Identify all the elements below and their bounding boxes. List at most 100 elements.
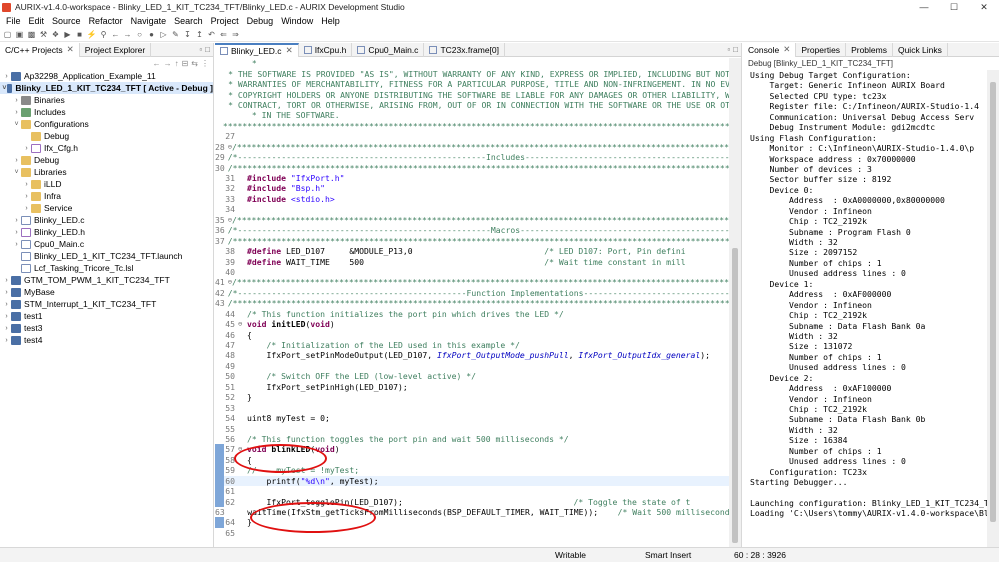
- search-icon[interactable]: ⚲: [98, 29, 109, 40]
- code-line[interactable]: 60 printf("%d\n", myTest);: [215, 475, 730, 486]
- save-icon[interactable]: ▣: [14, 29, 25, 40]
- code-line[interactable]: 28 ⊖/************************************…: [215, 142, 730, 152]
- tree-item[interactable]: › Binaries: [0, 94, 213, 106]
- code-line[interactable]: 55: [215, 423, 730, 434]
- expand-arrow-icon[interactable]: ˅: [12, 121, 21, 128]
- expand-arrow-icon[interactable]: ›: [2, 313, 11, 320]
- code-line[interactable]: 40: [215, 267, 730, 277]
- menu-project[interactable]: Project: [207, 16, 243, 26]
- menu-debug[interactable]: Debug: [243, 16, 278, 26]
- expand-arrow-icon[interactable]: ›: [2, 337, 11, 344]
- expand-arrow-icon[interactable]: ›: [2, 73, 11, 80]
- code-line[interactable]: 41 ⊖/************************************…: [215, 277, 730, 287]
- code-line[interactable]: * CONTRACT, TORT OR OTHERWISE, ARISING F…: [215, 100, 730, 110]
- code-line[interactable]: 30/*************************************…: [215, 162, 730, 173]
- menu-refactor[interactable]: Refactor: [85, 16, 127, 26]
- right-tab[interactable]: Properties: [796, 42, 847, 57]
- collapse-all-icon[interactable]: ⊟: [182, 59, 189, 68]
- tree-item[interactable]: › Blinky_LED.h: [0, 226, 213, 238]
- nav-back-icon[interactable]: ⇐: [218, 29, 229, 40]
- link-editor-icon[interactable]: ⇆: [191, 59, 198, 68]
- pin-icon[interactable]: ○: [134, 29, 145, 40]
- nav-forward-icon[interactable]: ⇒: [230, 29, 241, 40]
- tree-item[interactable]: › STM_Interrupt_1_KIT_TC234_TFT: [0, 298, 213, 310]
- last-edit-icon[interactable]: ↶: [206, 29, 217, 40]
- expand-arrow-icon[interactable]: ›: [2, 325, 11, 332]
- code-line[interactable]: 36/*------------------------------------…: [215, 225, 730, 235]
- editor-tab[interactable]: IfxCpu.h: [299, 42, 353, 57]
- new-icon[interactable]: ▢: [2, 29, 13, 40]
- expand-arrow-icon[interactable]: ˅: [12, 169, 21, 176]
- menu-window[interactable]: Window: [277, 16, 317, 26]
- fold-toggle-icon[interactable]: ⊖: [238, 445, 247, 453]
- tree-item[interactable]: Lcf_Tasking_Tricore_Tc.lsl: [0, 262, 213, 274]
- code-line[interactable]: 35 ⊖/************************************…: [215, 215, 730, 225]
- tree-item[interactable]: ˅ Libraries: [0, 166, 213, 178]
- tree-item[interactable]: › test4: [0, 334, 213, 346]
- maximize-button[interactable]: ☐: [939, 2, 969, 13]
- tree-item[interactable]: › test3: [0, 322, 213, 334]
- code-line[interactable]: * WARRANTIES OF MERCHANTABILITY, FITNESS…: [215, 79, 730, 89]
- code-line[interactable]: 47 /* Initialization of the LED used in …: [215, 340, 730, 350]
- code-line[interactable]: ****************************************…: [215, 121, 730, 131]
- debug-icon[interactable]: ❖: [50, 29, 61, 40]
- expand-arrow-icon[interactable]: ›: [2, 277, 11, 284]
- code-line[interactable]: 48 IfxPort_setPinModeOutput(LED_D107, If…: [215, 350, 730, 360]
- code-line[interactable]: 63 waitTime(IfxStm_getTicksFromMilliseco…: [215, 507, 730, 517]
- scrollbar-thumb[interactable]: [732, 248, 738, 543]
- close-icon[interactable]: ✕: [67, 44, 74, 55]
- code-line[interactable]: 37/*************************************…: [215, 235, 730, 246]
- menu-edit[interactable]: Edit: [25, 16, 49, 26]
- right-tab[interactable]: Quick Links: [893, 42, 948, 57]
- code-line[interactable]: 52}: [215, 392, 730, 402]
- code-line[interactable]: * IN THE SOFTWARE.: [215, 110, 730, 120]
- minimize-button[interactable]: —: [909, 2, 939, 12]
- back-icon[interactable]: ←: [153, 59, 161, 68]
- flash-icon[interactable]: ⚡: [86, 29, 97, 40]
- expand-arrow-icon[interactable]: ›: [12, 217, 21, 224]
- tree-item[interactable]: ˅ Configurations: [0, 118, 213, 130]
- menu-search[interactable]: Search: [170, 16, 207, 26]
- code-line[interactable]: 59 // myTest = !myTest;: [215, 465, 730, 476]
- right-tab[interactable]: Console ✕: [743, 42, 797, 57]
- tab-project-explorer[interactable]: Project Explorer: [80, 42, 152, 57]
- code-area[interactable]: * * THE SOFTWARE IS PROVIDED "AS IS", WI…: [215, 58, 730, 547]
- code-line[interactable]: 38 #define LED_D107 &MODULE_P13,0 /* LED …: [215, 246, 730, 256]
- next-annotation-icon[interactable]: ↧: [182, 29, 193, 40]
- tree-item[interactable]: › iLLD: [0, 178, 213, 190]
- up-icon[interactable]: ↑: [175, 59, 179, 68]
- code-line[interactable]: 65: [215, 528, 730, 538]
- code-line[interactable]: 50 /* Switch OFF the LED (low-level acti…: [215, 371, 730, 381]
- tree-item[interactable]: › GTM_TOM_PWM_1_KIT_TC234_TFT: [0, 274, 213, 286]
- code-line[interactable]: 57 ⊖ void blinkLED(void): [215, 444, 730, 455]
- code-line[interactable]: 45 ⊖ void initLED(void): [215, 319, 730, 329]
- tree-item[interactable]: › test1: [0, 310, 213, 322]
- expand-arrow-icon[interactable]: ›: [12, 229, 21, 236]
- code-line[interactable]: 53: [215, 402, 730, 413]
- expand-arrow-icon[interactable]: ›: [12, 109, 21, 116]
- right-tab[interactable]: Problems: [846, 42, 893, 57]
- code-line[interactable]: 42/*------------------------------------…: [215, 288, 730, 298]
- build-icon[interactable]: ⚒: [38, 29, 49, 40]
- menu-source[interactable]: Source: [48, 16, 85, 26]
- menu-file[interactable]: File: [2, 16, 25, 26]
- tree-item[interactable]: › Debug: [0, 154, 213, 166]
- maximize-view-icon[interactable]: □: [205, 45, 210, 54]
- prev-annotation-icon[interactable]: ↥: [194, 29, 205, 40]
- editor-tab[interactable]: Cpu0_Main.c: [352, 42, 425, 57]
- code-line[interactable]: 49: [215, 361, 730, 371]
- code-line[interactable]: 39 #define WAIT_TIME 500 /* Wait time con…: [215, 256, 730, 267]
- code-line[interactable]: * THE SOFTWARE IS PROVIDED "AS IS", WITH…: [215, 68, 730, 79]
- tree-item[interactable]: › Cpu0_Main.c: [0, 238, 213, 250]
- forward-icon[interactable]: →: [164, 59, 172, 68]
- code-line[interactable]: 43/*************************************…: [215, 298, 730, 308]
- code-line[interactable]: 51 IfxPort_setPinHigh(LED_D107);: [215, 382, 730, 392]
- code-line[interactable]: 33 #include <stdio.h>: [215, 194, 730, 204]
- tree-item[interactable]: › Includes: [0, 106, 213, 118]
- stop-icon[interactable]: ■: [74, 29, 85, 40]
- expand-arrow-icon[interactable]: ›: [2, 289, 11, 296]
- expand-arrow-icon[interactable]: ›: [22, 181, 31, 188]
- tree-item[interactable]: › Ap32298_Application_Example_11: [0, 70, 213, 82]
- code-line[interactable]: 56 /* This function toggles the port pin …: [215, 434, 730, 444]
- code-line[interactable]: 34: [215, 204, 730, 214]
